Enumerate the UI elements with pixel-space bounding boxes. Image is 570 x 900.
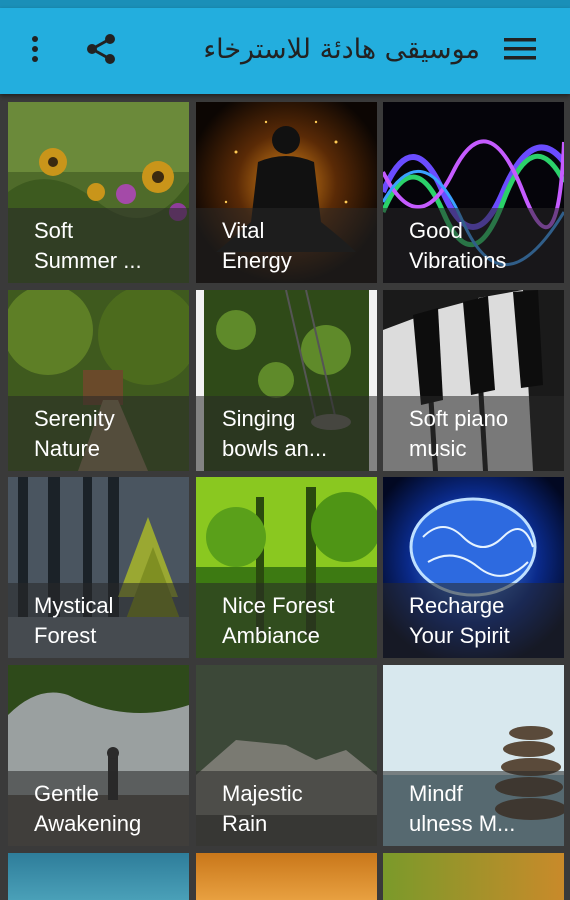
tile-serenity-nature[interactable]: Serenity Nature: [8, 290, 189, 471]
sunset-image: [196, 853, 377, 900]
tile-label: Serenity Nature: [34, 406, 115, 461]
tile-majestic-rain[interactable]: Majestic Rain: [196, 665, 377, 846]
app-bar: موسيقى هادئة للاسترخاء: [0, 8, 570, 94]
more-options-button[interactable]: [10, 24, 60, 74]
tile-label: Nice Forest Ambiance: [222, 593, 335, 648]
tile-label: Majestic Rain: [222, 781, 303, 836]
tile-label: Good Vibrations: [409, 218, 507, 273]
tile-label: Gentle Awakening: [34, 781, 142, 836]
hamburger-menu-icon: [504, 38, 536, 60]
navigation-menu-button[interactable]: [495, 24, 545, 74]
app-title: موسيقى هادئة للاسترخاء: [203, 34, 480, 65]
tile-soft-summer[interactable]: Soft Summer ...: [8, 102, 189, 283]
tile-partial[interactable]: [383, 853, 564, 900]
tile-mystical-forest[interactable]: Mystical Forest: [8, 477, 189, 658]
tile-partial[interactable]: [8, 853, 189, 900]
more-vert-icon: [32, 36, 38, 62]
status-bar: [0, 0, 570, 8]
tile-soft-piano[interactable]: Soft piano music: [383, 290, 564, 471]
autumn-forest-image: [383, 853, 564, 900]
tile-label: Mystical Forest: [34, 593, 114, 648]
tile-good-vibrations[interactable]: Good Vibrations: [383, 102, 564, 283]
tile-label: Soft Summer ...: [34, 218, 142, 273]
tile-partial[interactable]: [196, 853, 377, 900]
share-button[interactable]: [76, 24, 126, 74]
tile-singing-bowls[interactable]: Singing bowls an...: [196, 290, 377, 471]
tile-label: Singing bowls an...: [222, 406, 328, 461]
sound-grid: Soft Summer ... Vital Energy Good Vibration…: [6, 100, 566, 900]
tile-nice-forest[interactable]: Nice Forest Ambiance: [196, 477, 377, 658]
tile-mindfulness[interactable]: Mindf ulness M...: [383, 665, 564, 846]
tile-label: Soft piano music: [409, 406, 509, 461]
tile-label: Mindf ulness M...: [409, 781, 516, 836]
ocean-image: [8, 853, 189, 900]
tile-label: Vital Energy: [222, 218, 292, 273]
tile-recharge-spirit[interactable]: Recharge Your Spirit: [383, 477, 564, 658]
share-icon: [87, 34, 115, 64]
tile-label: Recharge Your Spirit: [409, 593, 510, 648]
tile-vital-energy[interactable]: Vital Energy: [196, 102, 377, 283]
tile-gentle-awakening[interactable]: Gentle Awakening: [8, 665, 189, 846]
